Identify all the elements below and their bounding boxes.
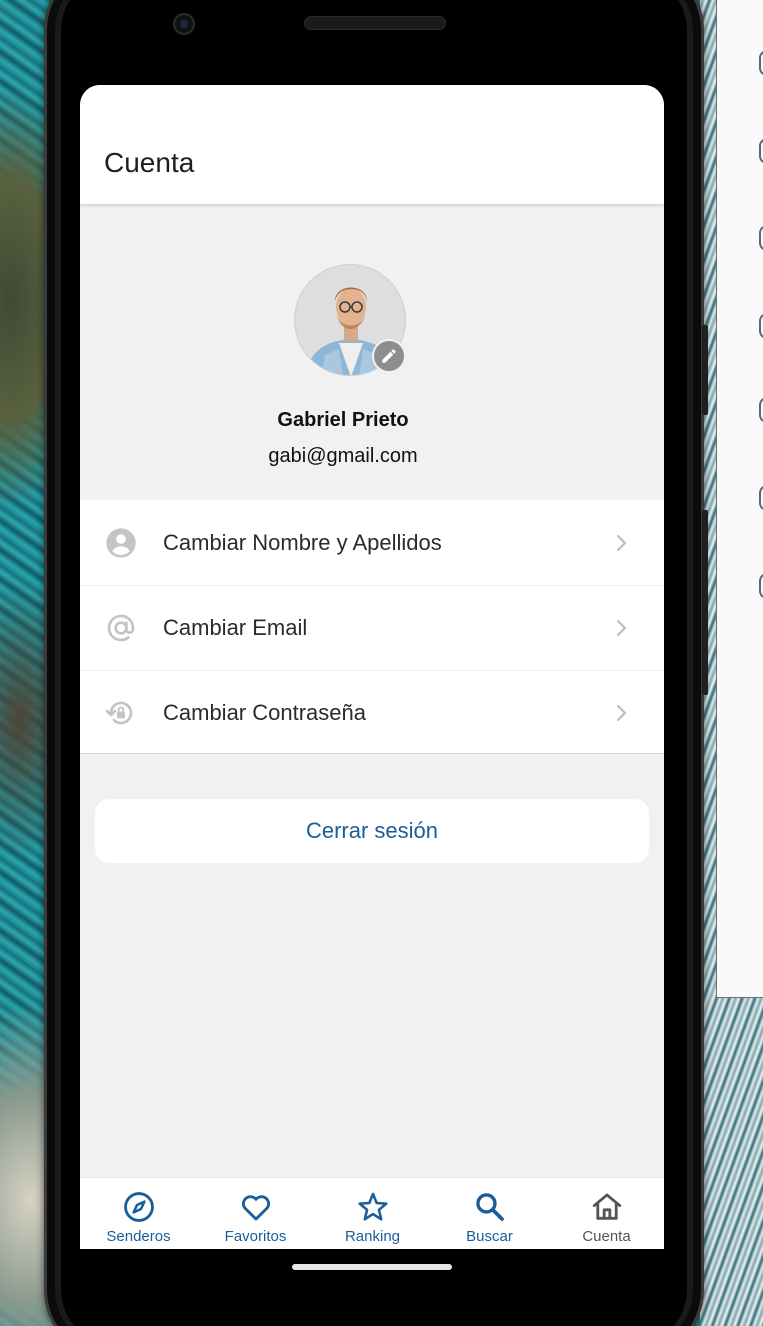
front-camera (173, 13, 195, 35)
nav-label: Buscar (466, 1228, 513, 1245)
nav-item-favoritos[interactable]: Favoritos (197, 1178, 314, 1249)
profile-header: Gabriel Prieto gabi@gmail.com (80, 205, 664, 499)
nav-item-cuenta[interactable]: Cuenta (548, 1178, 664, 1249)
nav-label: Ranking (344, 1228, 401, 1245)
volume-button (702, 325, 708, 415)
earpiece-speaker (304, 16, 446, 30)
logout-button[interactable]: Cerrar sesión (95, 799, 649, 863)
menu-item-change-password[interactable]: Cambiar Contraseña (80, 670, 664, 755)
menu-item-label: Cambiar Email (163, 615, 308, 640)
menu-item-label: Cambiar Contraseña (163, 700, 366, 725)
nav-item-buscar[interactable]: Buscar (431, 1178, 548, 1249)
menu-item-label: Cambiar Nombre y Apellidos (163, 529, 442, 555)
bottom-navigation: Senderos Favoritos Ranking Buscar Cuenta (80, 1177, 664, 1249)
nav-item-senderos[interactable]: Senderos (80, 1178, 197, 1249)
app-bar: Cuenta (80, 85, 664, 204)
search-icon (473, 1190, 507, 1224)
background-window (716, 0, 763, 998)
nav-item-ranking[interactable]: Ranking (314, 1178, 431, 1249)
nav-label: Cuenta (582, 1228, 631, 1245)
window-glyph (759, 138, 763, 164)
power-button (702, 510, 708, 695)
window-glyph (759, 485, 763, 511)
nav-label: Senderos (106, 1228, 171, 1245)
account-circle-icon (104, 526, 138, 560)
account-settings-list: Cambiar Nombre y Apellidos Cambiar Email (80, 500, 664, 754)
menu-item-change-name[interactable]: Cambiar Nombre y Apellidos (80, 500, 664, 585)
lock-reset-icon (104, 696, 138, 730)
window-glyph (759, 397, 763, 423)
page-title: Cuenta (104, 147, 195, 178)
chevron-right-icon (616, 619, 627, 637)
user-name: Gabriel Prieto (277, 409, 409, 431)
star-icon (356, 1190, 390, 1224)
compass-icon (122, 1190, 156, 1224)
chevron-right-icon (616, 704, 627, 722)
nav-label: Favoritos (224, 1228, 287, 1245)
app-screen: Cuenta Gabriel Prieto gabi@gmail.com Cam… (80, 85, 664, 1249)
at-sign-icon (104, 611, 138, 645)
home-indicator[interactable] (292, 1264, 452, 1270)
menu-item-change-email[interactable]: Cambiar Email (80, 585, 664, 670)
edit-avatar-button[interactable] (372, 339, 406, 373)
window-glyph (759, 313, 763, 339)
chevron-right-icon (616, 534, 627, 551)
window-glyph (759, 573, 763, 599)
pencil-icon (382, 349, 396, 363)
user-email: gabi@gmail.com (268, 445, 418, 467)
window-glyph (759, 225, 763, 251)
heart-icon (239, 1190, 273, 1224)
window-glyph (759, 50, 763, 76)
home-icon (590, 1190, 624, 1224)
